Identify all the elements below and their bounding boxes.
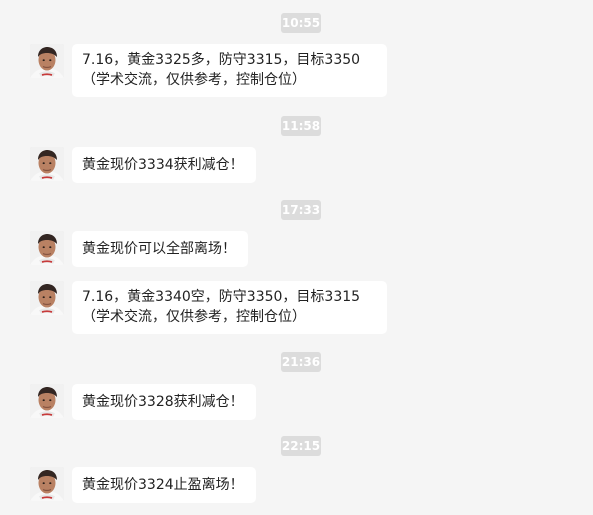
message-bubble[interactable]: 7.16，黄金3325多，防守3315，目标3350（学术交流，仅供参考，控制仓… bbox=[72, 44, 387, 97]
person-avatar-icon bbox=[30, 467, 64, 501]
person-avatar-icon bbox=[30, 384, 64, 418]
person-avatar-icon bbox=[30, 44, 64, 78]
avatar[interactable] bbox=[30, 467, 64, 501]
person-avatar-icon bbox=[30, 231, 64, 265]
person-avatar-icon bbox=[30, 147, 64, 181]
timestamp: 11:58 bbox=[281, 116, 321, 136]
timestamp: 17:33 bbox=[281, 200, 321, 220]
timestamp: 10:55 bbox=[281, 13, 321, 33]
message-bubble[interactable]: 黄金现价3334获利减仓！ bbox=[72, 147, 256, 183]
avatar[interactable] bbox=[30, 44, 64, 78]
message-bubble[interactable]: 黄金现价3328获利减仓！ bbox=[72, 384, 256, 420]
message-bubble[interactable]: 黄金现价可以全部离场！ bbox=[72, 231, 248, 267]
avatar[interactable] bbox=[30, 384, 64, 418]
message-bubble[interactable]: 黄金现价3324止盈离场！ bbox=[72, 467, 256, 503]
avatar[interactable] bbox=[30, 281, 64, 315]
timestamp: 21:36 bbox=[281, 352, 321, 372]
message-bubble[interactable]: 7.16，黄金3340空，防守3350，目标3315（学术交流，仅供参考，控制仓… bbox=[72, 281, 387, 334]
avatar[interactable] bbox=[30, 231, 64, 265]
chat-window: 10:55 7.16，黄金3325多，防守3315，目标3350（学术交流，仅供… bbox=[0, 0, 593, 515]
person-avatar-icon bbox=[30, 281, 64, 315]
timestamp: 22:15 bbox=[281, 436, 321, 456]
avatar[interactable] bbox=[30, 147, 64, 181]
